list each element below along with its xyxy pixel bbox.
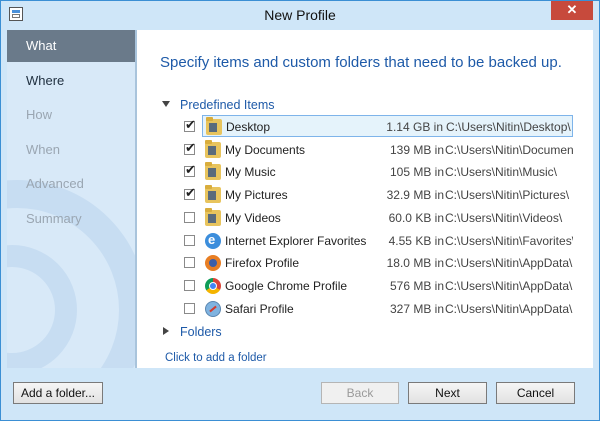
collapse-triangle-icon[interactable] — [162, 101, 170, 107]
list-item[interactable]: Firefox Profile 18.0 MB in C:\Users\Nitin\… — [183, 252, 573, 274]
main-panel: Specify items and custom folders that ne… — [137, 30, 593, 368]
add-folder-button[interactable]: Add a folder... — [13, 382, 103, 404]
list-item[interactable]: Google Chrome Profile 576 MB in C:\Users\N… — [183, 275, 573, 297]
checkmark-icon: ✔ — [185, 117, 196, 132]
item-name: My Videos — [225, 210, 281, 225]
folder-icon — [205, 185, 221, 204]
firefox-icon — [205, 255, 221, 272]
folder-icon — [205, 162, 221, 181]
item-body[interactable]: My Documents 139 MB in C:\Users\Nitin\Docu… — [183, 139, 573, 161]
folder-icon — [206, 117, 222, 135]
item-path: C:\Users\Nitin\Desktop\ — [446, 120, 571, 134]
chrome-icon — [205, 277, 221, 294]
expand-triangle-icon[interactable] — [163, 327, 169, 335]
close-button[interactable]: ✕ — [551, 1, 593, 20]
wizard-sidebar: What Where How When Advanced Summary — [7, 30, 137, 368]
item-body[interactable]: My Pictures 32.9 MB in C:\Users\Nitin\Pict… — [183, 184, 573, 206]
list-item[interactable]: ✔ My Documents 139 MB in C:\Users\Nitin\Doc… — [183, 139, 573, 161]
item-name: Internet Explorer Favorites — [225, 233, 367, 248]
item-body[interactable]: Firefox Profile 18.0 MB in C:\Users\Nitin\… — [183, 252, 573, 274]
item-name: Safari Profile — [225, 301, 294, 316]
list-item[interactable]: ✔ My Pictures 32.9 MB in C:\Users\Nitin\Pic… — [183, 184, 573, 206]
title-bar: New Profile ✕ — [1, 1, 599, 30]
item-path: C:\Users\Nitin\AppData\... — [445, 256, 573, 271]
add-folder-link[interactable]: Click to add a folder — [165, 352, 267, 364]
list-item[interactable]: Internet Explorer Favorites 4.55 KB inC:\… — [183, 230, 573, 252]
sidebar-item-when: When — [26, 142, 60, 157]
next-button[interactable]: Next — [408, 382, 487, 404]
item-size: 327 MB in — [389, 301, 444, 316]
item-size: 60.0 KB in — [388, 210, 444, 225]
item-path: C:\Users\Nitin\AppData\... — [445, 278, 573, 293]
item-path: C:\Users\Nitin\Pictures\ — [445, 188, 570, 203]
item-body[interactable]: Safari Profile 327 MB in C:\Users\Nitin\Ap… — [183, 298, 573, 320]
folder-icon — [205, 207, 221, 226]
sidebar-item-where[interactable]: Where — [7, 65, 135, 97]
item-size: 1.14 GB in — [386, 120, 443, 134]
list-item[interactable]: ✔ My Music 105 MB in C:\Users\Nitin\Music\ — [183, 161, 573, 183]
list-item[interactable]: ✔ Desktop 1.14 GB in C:\Users\Nitin\Desktop… — [183, 115, 573, 138]
item-size: 32.9 MB in — [386, 188, 444, 203]
item-size: 105 MB in — [389, 165, 444, 180]
wizard-footer: Add a folder... Back Next Cancel — [1, 368, 599, 420]
item-name: Desktop — [226, 120, 271, 134]
page-heading: Specify items and custom folders that ne… — [160, 54, 562, 71]
item-size: 4.55 KB in — [388, 233, 444, 248]
item-body[interactable]: Google Chrome Profile 576 MB in C:\Users\N… — [183, 275, 573, 297]
item-path: C:\Users\Nitin\Favorites\ — [445, 233, 573, 248]
item-size: 139 MB in — [389, 142, 444, 157]
item-path: C:\Users\Nitin\Documen... — [445, 142, 573, 157]
item-name: My Music — [225, 165, 276, 180]
selected-item-highlight[interactable]: Desktop 1.14 GB in C:\Users\Nitin\Desktop\ — [202, 115, 573, 137]
ie-icon — [205, 232, 221, 249]
predefined-items-label: Predefined Items — [180, 98, 275, 112]
item-name: Google Chrome Profile — [225, 278, 348, 293]
sidebar-item-summary: Summary — [26, 211, 82, 226]
window-title: New Profile — [264, 7, 336, 23]
item-body[interactable]: My Music 105 MB in C:\Users\Nitin\Music\ — [183, 161, 573, 183]
list-item[interactable]: My Videos 60.0 KB in C:\Users\Nitin\Videos… — [183, 207, 573, 229]
item-path: C:\Users\Nitin\Videos\ — [445, 210, 563, 225]
list-item[interactable]: Safari Profile 327 MB in C:\Users\Nitin\Ap… — [183, 298, 573, 320]
item-size: 18.0 MB in — [386, 256, 444, 271]
sidebar-item-advanced: Advanced — [26, 176, 84, 191]
folder-icon — [205, 139, 221, 158]
cancel-button[interactable]: Cancel — [496, 382, 575, 404]
item-path: C:\Users\Nitin\AppData\... — [445, 301, 573, 316]
item-path: C:\Users\Nitin\Music\ — [445, 165, 558, 180]
item-checkbox[interactable]: ✔ — [184, 117, 196, 132]
item-body[interactable]: Internet Explorer Favorites 4.55 KB inC:\… — [183, 230, 573, 252]
safari-icon — [205, 300, 221, 317]
item-name: My Pictures — [225, 188, 288, 203]
item-name: My Documents — [225, 142, 306, 157]
content-area: What Where How When Advanced Summary Spe… — [7, 30, 593, 368]
item-body[interactable]: My Videos 60.0 KB in C:\Users\Nitin\Videos… — [183, 207, 573, 229]
back-button: Back — [321, 382, 399, 404]
new-profile-window: New Profile ✕ What Where How When Advanc… — [0, 0, 600, 421]
folders-label: Folders — [180, 325, 222, 339]
sidebar-item-how: How — [26, 107, 53, 122]
item-name: Firefox Profile — [225, 256, 300, 271]
item-size: 576 MB in — [389, 278, 444, 293]
sidebar-item-what[interactable]: What — [7, 30, 135, 62]
